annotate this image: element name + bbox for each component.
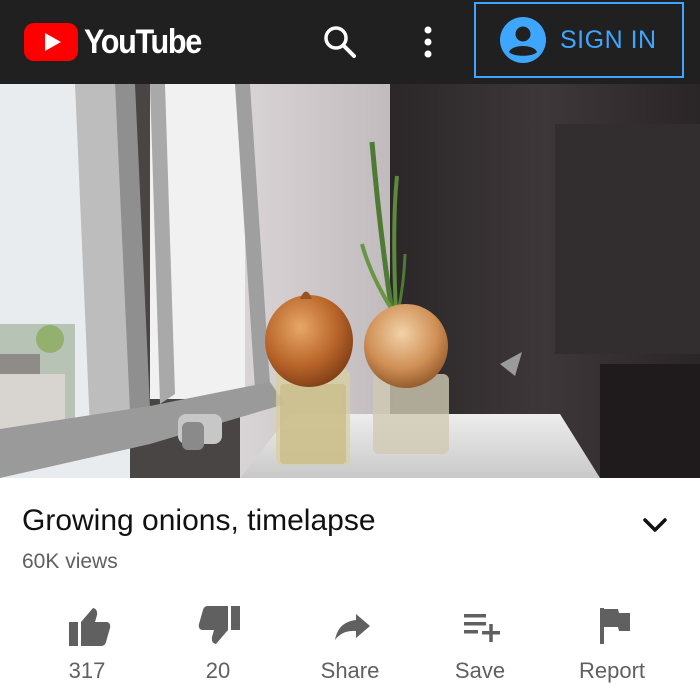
like-count: 317: [68, 658, 106, 683]
dislike-count: 20: [205, 658, 231, 683]
share-icon: [335, 614, 370, 640]
expand-description-button[interactable]: [640, 512, 670, 538]
view-count: 60K views: [22, 550, 118, 573]
logo-text: YouTube: [84, 22, 202, 61]
video-frame: [0, 84, 700, 478]
share-button[interactable]: Share: [300, 600, 400, 700]
sign-in-button[interactable]: SIGN IN: [474, 2, 684, 78]
thumbs-down-icon: [198, 606, 240, 644]
thumbs-up-icon: [69, 608, 111, 646]
account-circle-icon: [500, 17, 546, 63]
search-icon: [324, 26, 356, 58]
playlist-add-icon: [464, 614, 500, 642]
share-label: Share: [320, 658, 380, 683]
search-button[interactable]: [316, 20, 364, 64]
report-label: Report: [578, 658, 646, 683]
more-options-button[interactable]: [406, 20, 450, 64]
video-title: Growing onions, timelapse: [22, 504, 376, 537]
dislike-button[interactable]: 20: [168, 600, 268, 700]
video-player[interactable]: [0, 84, 700, 478]
chevron-down-icon: [643, 518, 667, 532]
youtube-play-icon: [24, 23, 78, 61]
youtube-logo[interactable]: YouTube: [24, 22, 214, 62]
more-vert-icon: [424, 26, 432, 58]
video-actions: 317 20 Share Save Report: [0, 600, 700, 700]
report-button[interactable]: Report: [562, 600, 662, 700]
save-button[interactable]: Save: [430, 600, 530, 700]
flag-icon: [600, 608, 630, 644]
sign-in-label: SIGN IN: [560, 25, 657, 54]
like-button[interactable]: 317: [37, 600, 137, 700]
top-app-bar: YouTube SIGN IN: [0, 0, 700, 84]
save-label: Save: [454, 658, 506, 683]
